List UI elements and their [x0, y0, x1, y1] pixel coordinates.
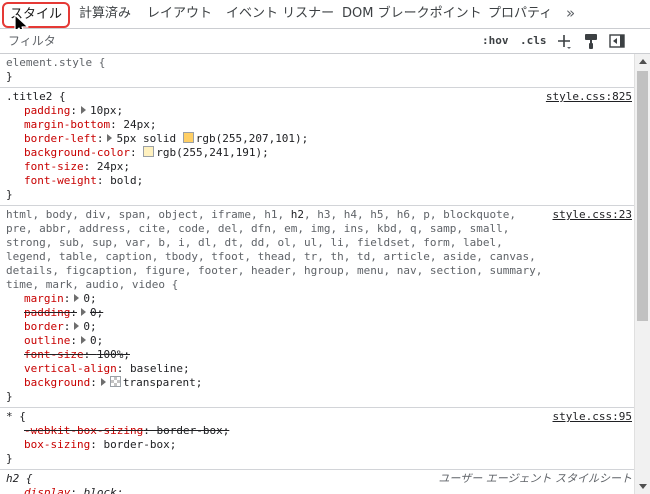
hover-state-button[interactable]: :hov	[482, 32, 509, 50]
tab-styles[interactable]: スタイル	[2, 2, 71, 28]
tab-layout[interactable]: レイアウト	[147, 0, 212, 28]
color-swatch[interactable]	[182, 132, 194, 143]
plus-icon[interactable]	[555, 32, 573, 50]
tab-dom-breakpoints[interactable]: DOM ブレークポイント	[342, 0, 482, 28]
tab-properties[interactable]: プロパティ	[488, 0, 552, 28]
selector[interactable]: * {	[0, 410, 634, 424]
expand-triangle-icon[interactable]	[107, 134, 113, 142]
panel-tabs: スタイル 計算済み レイアウト イベント リスナー DOM ブレークポイント プ…	[0, 0, 650, 36]
declaration-vertical-align[interactable]: vertical-align: baseline;	[0, 362, 634, 376]
declaration-display[interactable]: display: block;	[0, 486, 634, 494]
closing-brace: }	[6, 70, 13, 83]
declaration-padding[interactable]: padding: 10px;	[0, 104, 634, 118]
scroll-up-arrow-icon[interactable]	[639, 59, 647, 64]
selector[interactable]: html, body, div, span, object, iframe, h…	[0, 208, 634, 292]
class-toggle-button[interactable]: .cls	[520, 32, 547, 50]
source-link[interactable]: style.css:95	[553, 410, 632, 424]
source-label: ユーザー エージェント スタイルシート	[438, 472, 632, 485]
declaration-margin[interactable]: margin: 0;	[0, 292, 634, 306]
closing-brace: }	[6, 390, 13, 403]
rule-reset: html, body, div, span, object, iframe, h…	[0, 206, 634, 408]
declaration-border-left[interactable]: border-left: 5px solid rgb(255,207,101);	[0, 132, 634, 146]
expand-triangle-icon[interactable]	[100, 378, 106, 386]
vertical-scrollbar[interactable]	[634, 54, 650, 494]
declaration-font-size[interactable]: font-size: 24px;	[0, 160, 634, 174]
declaration-font-size-overridden[interactable]: font-size: 100%;	[0, 348, 634, 362]
color-swatch[interactable]	[109, 376, 121, 387]
declaration-padding-overridden[interactable]: padding: 0;	[0, 306, 634, 320]
rule-element-style: element.style { }	[0, 54, 634, 88]
declaration-webkit-box-sizing-overridden[interactable]: -webkit-box-sizing: border-box;	[0, 424, 634, 438]
expand-triangle-icon[interactable]	[74, 322, 80, 330]
declaration-border[interactable]: border: 0;	[0, 320, 634, 334]
declaration-background[interactable]: background: transparent;	[0, 376, 634, 390]
expand-triangle-icon[interactable]	[74, 294, 80, 302]
source-link[interactable]: style.css:23	[553, 208, 632, 222]
declaration-margin-bottom[interactable]: margin-bottom: 24px;	[0, 118, 634, 132]
tab-event-listeners[interactable]: イベント リスナー	[226, 0, 334, 28]
styles-pane: element.style { } .title2 { style.css:82…	[0, 54, 634, 494]
styles-toolbar: :hov .cls	[0, 29, 650, 54]
closing-brace: }	[6, 452, 13, 465]
expand-triangle-icon[interactable]	[80, 308, 86, 316]
declaration-box-sizing[interactable]: box-sizing: border-box;	[0, 438, 634, 452]
declaration-font-weight[interactable]: font-weight: bold;	[0, 174, 634, 188]
source-link[interactable]: style.css:825	[546, 90, 632, 104]
tab-computed[interactable]: 計算済み	[79, 0, 131, 28]
filter-input[interactable]	[4, 31, 412, 51]
expand-triangle-icon[interactable]	[80, 336, 86, 344]
selector[interactable]: element.style {	[0, 56, 634, 70]
more-tabs-chevron-icon[interactable]: »	[566, 0, 575, 28]
expand-triangle-icon[interactable]	[80, 106, 86, 114]
scroll-down-arrow-icon[interactable]	[639, 484, 647, 489]
selector[interactable]: .title2 {	[0, 90, 634, 104]
rule-title2: .title2 { style.css:825 padding: 10px; ma…	[0, 88, 634, 206]
scrollbar-thumb[interactable]	[637, 71, 648, 321]
closing-brace: }	[6, 188, 13, 201]
color-swatch[interactable]	[143, 146, 155, 157]
declaration-outline[interactable]: outline: 0;	[0, 334, 634, 348]
declaration-background-color[interactable]: background-color: rgb(255,241,191);	[0, 146, 634, 160]
paint-brush-icon[interactable]	[582, 32, 600, 50]
rule-universal: * { style.css:95 -webkit-box-sizing: bor…	[0, 408, 634, 470]
rule-user-agent-h2: h2 { ユーザー エージェント スタイルシート display: block;	[0, 470, 634, 494]
toggle-sidebar-icon[interactable]	[608, 32, 626, 50]
